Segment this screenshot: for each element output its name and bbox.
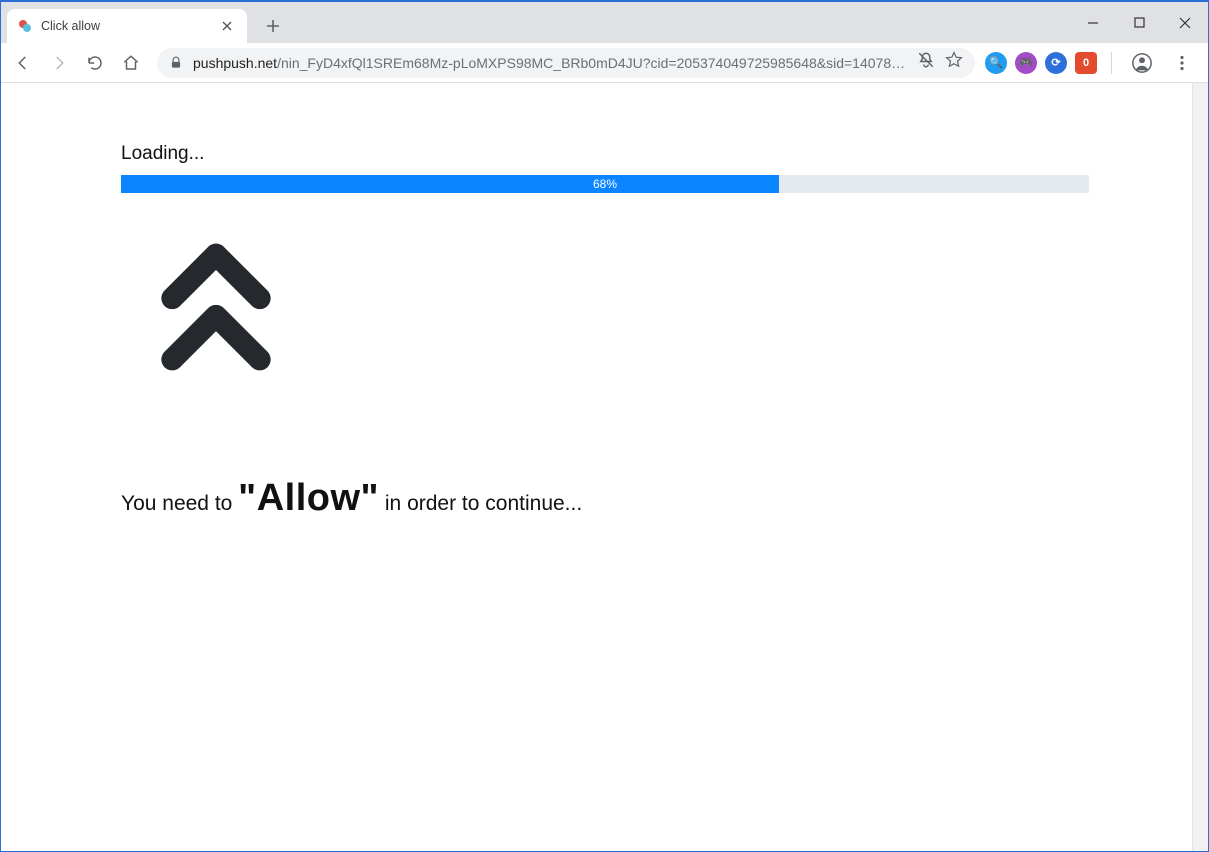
window-close-button[interactable] [1162,7,1208,39]
notifications-muted-icon[interactable] [917,51,935,74]
vertical-scrollbar[interactable] [1192,83,1208,851]
window-minimize-button[interactable] [1070,7,1116,39]
back-button[interactable] [7,47,39,79]
extension-icon[interactable]: 0 [1075,52,1097,74]
window-maximize-button[interactable] [1116,7,1162,39]
toolbar-separator [1111,52,1112,74]
browser-toolbar: pushpush.net/nin_FyD4xfQl1SREm68Mz-pLoMX… [1,43,1208,83]
page-viewport: Loading... 68% You need to "Allow" in or… [1,83,1208,851]
url-host: pushpush.net [193,55,277,71]
tab-close-icon[interactable] [219,18,235,34]
address-bar[interactable]: pushpush.net/nin_FyD4xfQl1SREm68Mz-pLoMX… [157,48,975,78]
double-chevron-up-icon [161,237,271,377]
url-text: pushpush.net/nin_FyD4xfQl1SREm68Mz-pLoMX… [193,55,907,71]
instruction-message: You need to "Allow" in order to continue… [121,477,1088,520]
extension-icon[interactable]: ⟳ [1045,52,1067,74]
browser-tab[interactable]: Click allow [7,9,247,43]
progress-bar: 68% [121,175,1089,193]
lock-icon [169,56,183,70]
message-highlight: "Allow" [238,477,379,519]
url-path: /nin_FyD4xfQl1SREm68Mz-pLoMXPS98MC_BRb0m… [277,55,907,71]
loading-label: Loading... [121,143,1088,165]
forward-button[interactable] [43,47,75,79]
message-suffix: in order to continue... [385,492,582,515]
extension-icon[interactable]: 🎮 [1015,52,1037,74]
extensions-row: 🔍 🎮 ⟳ 0 [985,47,1202,79]
new-tab-button[interactable] [259,12,287,40]
extension-icon[interactable]: 🔍 [985,52,1007,74]
window-controls [1070,2,1208,43]
browser-titlebar: Click allow [1,2,1208,43]
progress-percent-text: 68% [121,175,1089,193]
tab-title: Click allow [41,19,211,33]
profile-avatar-icon[interactable] [1126,47,1158,79]
bookmark-star-icon[interactable] [945,51,963,74]
reload-button[interactable] [79,47,111,79]
message-prefix: You need to [121,492,238,515]
chrome-menu-icon[interactable] [1166,47,1198,79]
tab-favicon [17,18,33,34]
home-button[interactable] [115,47,147,79]
